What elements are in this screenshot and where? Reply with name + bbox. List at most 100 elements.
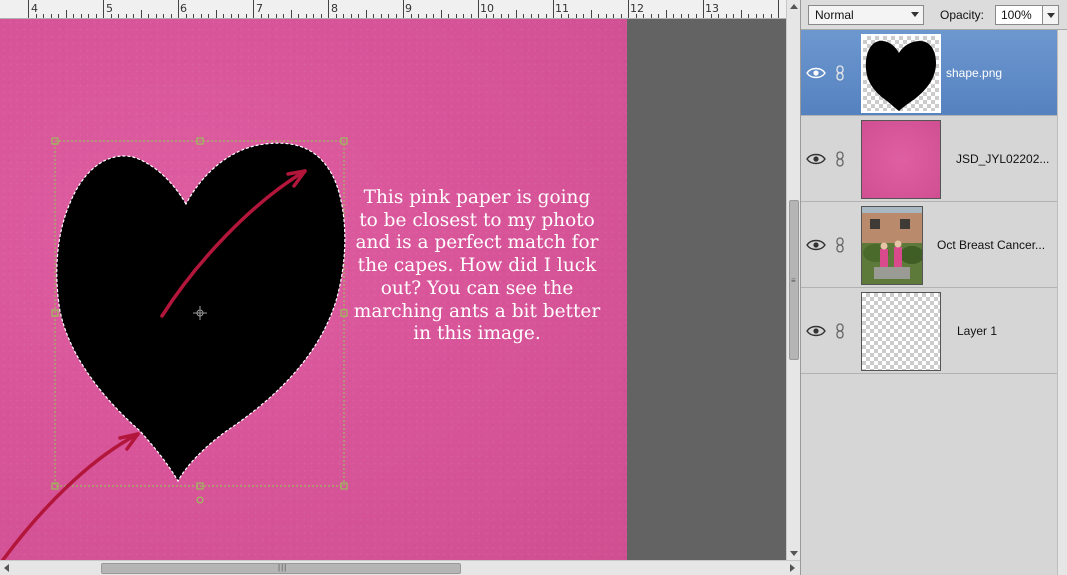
ruler-tick xyxy=(388,14,389,18)
heart-shape[interactable] xyxy=(56,142,346,483)
ruler-tick xyxy=(170,14,172,18)
scroll-down-icon[interactable] xyxy=(790,551,798,556)
ruler-tick xyxy=(560,14,562,18)
ruler-tick xyxy=(493,14,494,18)
ruler-label: 11 xyxy=(555,2,569,15)
ruler-tick xyxy=(478,0,479,18)
link-icon[interactable] xyxy=(833,65,847,81)
link-icon[interactable] xyxy=(833,237,847,253)
heart-thumbnail xyxy=(865,40,936,111)
scroll-right-icon[interactable] xyxy=(790,564,795,572)
ruler-tick xyxy=(283,14,284,18)
ruler-tick xyxy=(763,14,764,18)
ruler-tick xyxy=(80,14,82,18)
blend-mode-dropdown[interactable]: Normal xyxy=(808,5,924,25)
ruler-tick xyxy=(665,10,667,18)
opacity-label: Opacity: xyxy=(940,8,985,22)
layer-row-paper[interactable]: JSD_JYL02202... xyxy=(801,116,1057,202)
ruler-tick xyxy=(733,14,734,18)
layers-scrollbar[interactable] xyxy=(1057,30,1067,575)
ruler-tick xyxy=(365,10,367,18)
ruler-tick xyxy=(163,14,164,18)
ruler-tick xyxy=(373,14,374,18)
ruler-tick xyxy=(523,14,524,18)
ruler-tick xyxy=(485,14,487,18)
ruler-tick xyxy=(103,0,104,18)
ruler-tick xyxy=(538,14,539,18)
ruler-tick xyxy=(268,14,269,18)
ruler-tick xyxy=(425,14,427,18)
ruler-tick xyxy=(155,14,157,18)
eye-icon[interactable] xyxy=(806,238,826,252)
ruler-tick xyxy=(238,14,239,18)
ruler-tick xyxy=(305,14,307,18)
ruler-tick xyxy=(88,14,89,18)
ruler-label: 12 xyxy=(630,2,644,15)
ruler-tick xyxy=(298,14,299,18)
ruler-tick xyxy=(358,14,359,18)
ruler-tick xyxy=(290,10,292,18)
ruler-label: 10 xyxy=(480,2,494,15)
eye-icon[interactable] xyxy=(806,66,826,80)
layer-row-layer-1[interactable]: Layer 1 xyxy=(801,288,1057,374)
arrow-lower xyxy=(0,432,140,560)
horizontal-scrollbar[interactable]: ||| xyxy=(0,560,800,575)
ruler-tick xyxy=(598,14,599,18)
layer-row-shape[interactable]: shape.png xyxy=(801,30,1057,116)
ruler-tick xyxy=(680,14,682,18)
ruler-tick xyxy=(380,14,382,18)
ruler-tick xyxy=(395,14,397,18)
ruler-tick xyxy=(635,14,637,18)
ruler-tick xyxy=(545,14,547,18)
ruler-tick xyxy=(215,10,217,18)
ruler-tick xyxy=(178,0,179,18)
eye-icon[interactable] xyxy=(806,324,826,338)
ruler-tick xyxy=(613,14,614,18)
ruler-label: 13 xyxy=(705,2,719,15)
layer-name: Oct Breast Cancer... xyxy=(937,238,1046,252)
layer-row-photo[interactable]: Oct Breast Cancer... xyxy=(801,202,1057,288)
grip-icon: ||| xyxy=(278,563,288,572)
vertical-scrollbar[interactable]: ≡ xyxy=(786,0,800,560)
ruler-tick xyxy=(245,14,247,18)
ruler-tick xyxy=(508,14,509,18)
ruler-label: 4 xyxy=(31,2,38,15)
rotate-handle[interactable] xyxy=(196,496,204,504)
ruler-label: 5 xyxy=(106,2,113,15)
link-icon[interactable] xyxy=(833,151,847,167)
grip-icon: ≡ xyxy=(791,276,796,285)
scroll-left-icon[interactable] xyxy=(4,564,9,572)
chevron-down-icon xyxy=(1047,13,1055,18)
ruler-tick xyxy=(530,14,532,18)
document-canvas-area[interactable]: This pink paper is going to be closest t… xyxy=(0,19,786,560)
ruler-tick xyxy=(703,0,704,18)
link-icon[interactable] xyxy=(833,323,847,339)
scroll-up-icon[interactable] xyxy=(790,4,798,9)
ruler-tick xyxy=(725,14,727,18)
ruler-tick xyxy=(50,14,52,18)
ruler-tick xyxy=(455,14,457,18)
ruler-tick xyxy=(133,14,134,18)
horizontal-ruler: 4 5 6 7 8 9 10 11 12 13 xyxy=(0,0,786,19)
ruler-tick xyxy=(770,14,772,18)
ruler-tick xyxy=(343,14,344,18)
ruler-tick xyxy=(470,14,472,18)
opacity-dropdown-button[interactable] xyxy=(1042,5,1059,25)
ruler-tick xyxy=(313,14,314,18)
opacity-input[interactable]: 100% xyxy=(995,5,1043,25)
ruler-tick xyxy=(650,14,652,18)
ruler-tick xyxy=(275,14,277,18)
ruler-tick xyxy=(350,14,352,18)
ruler-tick xyxy=(58,14,59,18)
ruler-tick xyxy=(695,14,697,18)
ruler-tick xyxy=(140,10,142,18)
ruler-tick xyxy=(118,14,119,18)
annotation-text: This pink paper is going to be closest t… xyxy=(353,187,601,345)
ruler-tick xyxy=(440,10,442,18)
ruler-tick xyxy=(740,10,742,18)
eye-icon[interactable] xyxy=(806,152,826,166)
ruler-tick xyxy=(193,14,194,18)
ruler-tick xyxy=(575,14,577,18)
ruler-tick xyxy=(590,10,592,18)
ruler-tick xyxy=(28,0,29,18)
